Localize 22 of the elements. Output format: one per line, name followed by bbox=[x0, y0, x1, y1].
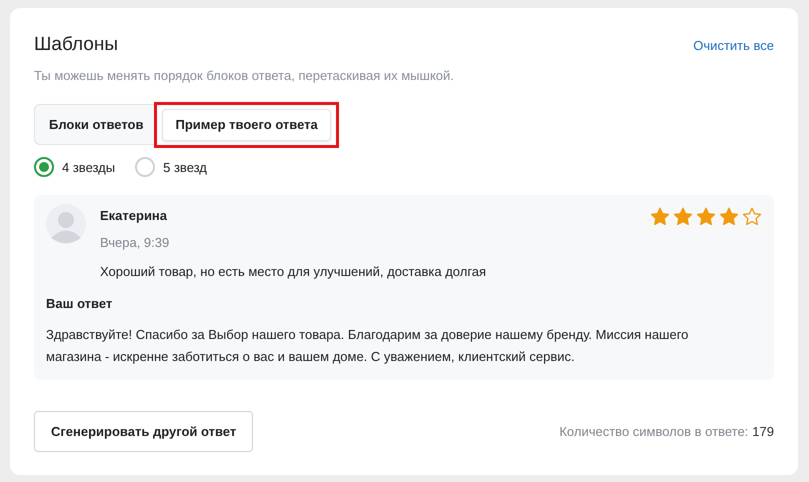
answer-text: Здравствуйте! Спасибо за Выбор нашего товара. Благодарим за доверие нашему бренду. Миссия нашего магазина - искренне заботиться о вас и вашем доме. С уважением, клиентский сервис. bbox=[46, 326, 690, 366]
section-title: Шаблоны bbox=[34, 34, 118, 56]
star-icon bbox=[696, 207, 716, 226]
avatar-icon bbox=[46, 203, 86, 245]
count-label: Количество символов в ответе: bbox=[559, 424, 748, 439]
star-icon bbox=[719, 207, 739, 226]
tab[interactable]: Пример твоего ответа bbox=[162, 108, 331, 140]
author-name: Екатерина bbox=[100, 208, 168, 223]
review-text: Хороший товар, но есть место для улучшений, доставка долгая bbox=[100, 264, 488, 279]
generate-button[interactable]: Сгенерировать другой ответ bbox=[34, 411, 254, 452]
radio-label: 5 звезд bbox=[163, 160, 207, 174]
review-time: Вчера, 9:39 bbox=[100, 235, 170, 250]
answer-title: Ваш ответ bbox=[46, 296, 114, 311]
star-icon bbox=[673, 207, 693, 226]
clear-all-link[interactable]: Очистить все bbox=[693, 38, 774, 52]
count-value: 179 bbox=[752, 424, 774, 439]
radio-button[interactable] bbox=[135, 157, 156, 177]
radio-label: 4 звезды bbox=[62, 160, 116, 174]
radio-button[interactable] bbox=[34, 157, 54, 177]
star-icon bbox=[742, 207, 762, 226]
star-icon bbox=[650, 207, 670, 226]
hint-text: Ты можешь менять порядок блоков ответа, перетаскивая их мышкой. bbox=[34, 68, 455, 83]
